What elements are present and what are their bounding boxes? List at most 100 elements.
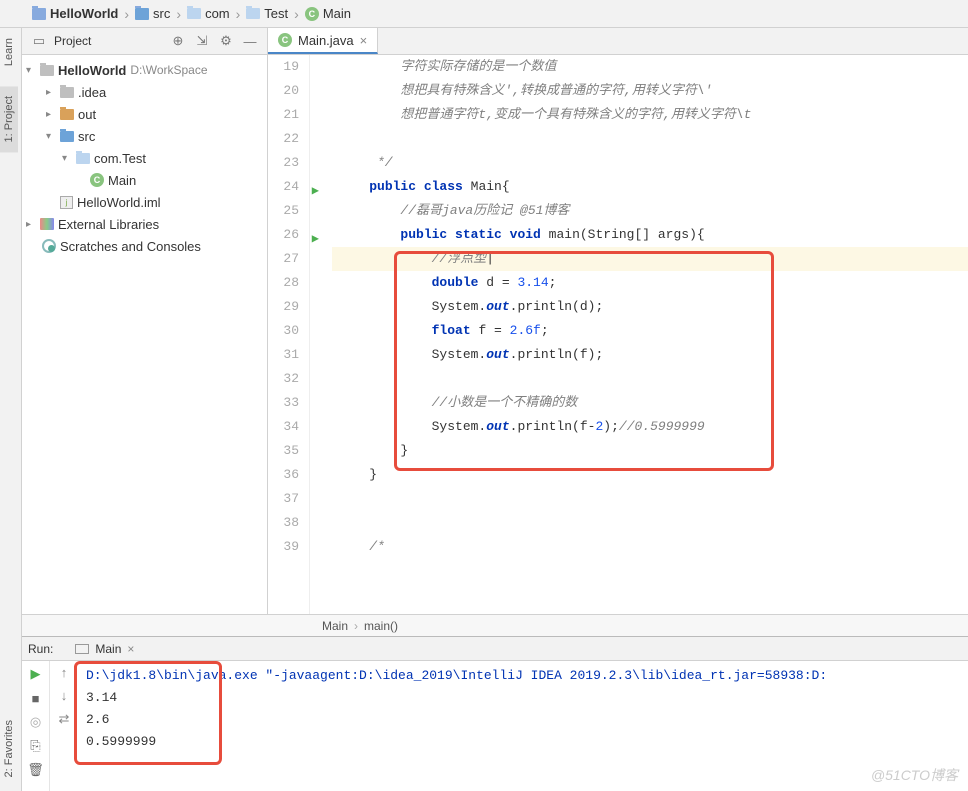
class-icon: C [278,33,292,47]
chevron-right-icon[interactable]: ▸ [26,219,36,230]
code-line[interactable]: public static void main(String[] args){ [332,223,968,247]
editor-nav-trail: Main › main() [22,614,968,636]
exit-button[interactable]: ⎘ [27,737,45,755]
code-line[interactable]: //小数是一个不精确的数 [332,391,968,415]
folder-icon [40,65,54,76]
chevron-down-icon[interactable]: ▾ [62,153,72,164]
code-line[interactable]: 想把普通字符t,变成一个具有特殊含义的字符,用转义字符\t [332,103,968,127]
run-output[interactable]: D:\jdk1.8\bin\java.exe "-javaagent:D:\id… [78,661,968,791]
code-line[interactable]: System.out.println(d); [332,295,968,319]
tree-row-class[interactable]: C Main [22,169,267,191]
editor-tab-main[interactable]: C Main.java × [268,28,378,54]
trash-button[interactable]: 🗑 [27,761,45,779]
package-icon [76,153,90,164]
hide-icon[interactable]: — [241,32,259,50]
locate-icon[interactable]: ⊕ [169,32,187,50]
package-icon [187,8,201,19]
dump-button[interactable]: ◎ [27,713,45,731]
run-button[interactable]: ▶ [27,665,45,683]
run-command-line: D:\jdk1.8\bin\java.exe "-javaagent:D:\id… [86,665,960,687]
tree-row-src[interactable]: ▾ src [22,125,267,147]
gear-icon[interactable]: ⚙ [217,32,235,50]
code-line[interactable] [332,367,968,391]
code-line[interactable]: System.out.println(f-2);//0.5999999 [332,415,968,439]
code-line[interactable] [332,127,968,151]
output-line: 3.14 [86,687,960,709]
nav-trail-class[interactable]: Main [322,619,348,633]
chevron-down-icon[interactable]: ▾ [26,65,36,76]
run-panel: Run: Main × ▶ ■ ◎ ⎘ 🗑 ↑ ↓ ⇄ D:\jdk1.8\bi… [22,636,968,791]
wrap-icon[interactable]: ⇄ [59,711,70,727]
chevron-right-icon[interactable]: ▸ [46,87,56,98]
iml-icon: j [60,196,73,209]
watermark: @51CTO博客 [871,765,958,785]
chevron-right-icon: › [234,6,243,22]
run-toolbar: ▶ ■ ◎ ⎘ 🗑 [22,661,50,791]
breadcrumb-item-src[interactable]: src [131,6,174,21]
code-line[interactable]: 字符实际存储的是一个数值 [332,55,968,79]
layout-icon[interactable]: ▭ [30,32,48,50]
tree-row-out[interactable]: ▸ out [22,103,267,125]
chevron-down-icon[interactable]: ▾ [46,131,56,142]
side-tab-learn[interactable]: Learn [0,28,18,76]
code-editor[interactable]: 192021222324▶2526▶2728293031323334353637… [268,55,968,614]
run-config-icon [75,644,89,654]
project-panel-header: ▭ Project ⊕ ⇲ ⚙ — [22,28,268,54]
side-tab-project[interactable]: 1: Project [0,86,18,152]
output-line: 0.5999999 [86,731,960,753]
breadcrumb-item-main[interactable]: C Main [301,6,355,21]
breadcrumb: HelloWorld › src › com › Test › C Main [0,0,968,28]
line-number-gutter: 192021222324▶2526▶2728293031323334353637… [268,55,310,614]
close-icon[interactable]: × [360,33,368,48]
project-panel-title: Project [54,34,91,48]
folder-icon [60,87,74,98]
tree-row-package[interactable]: ▾ com.Test [22,147,267,169]
chevron-right-icon: › [122,6,131,22]
chevron-right-icon[interactable]: ▸ [46,109,56,120]
code-line[interactable]: /* [332,535,968,559]
package-icon [246,8,260,19]
editor-tabs: C Main.java × [268,28,378,54]
run-panel-header: Run: Main × [22,637,968,661]
code-line[interactable]: //磊哥java历险记 @51博客 [332,199,968,223]
class-icon: C [90,173,104,187]
tree-row-scratches[interactable]: Scratches and Consoles [22,235,267,257]
down-arrow-icon[interactable]: ↓ [61,688,68,703]
tree-row-idea[interactable]: ▸ .idea [22,81,267,103]
breadcrumb-item-com[interactable]: com [183,6,234,21]
folder-icon [60,109,74,120]
code-line[interactable]: double d = 3.14; [332,271,968,295]
tree-row-root[interactable]: ▾ HelloWorld D:\WorkSpace [22,59,267,81]
run-label: Run: [28,642,53,656]
code-line[interactable]: //浮点型| [332,247,968,271]
code-line[interactable]: } [332,439,968,463]
run-config-name[interactable]: Main [95,642,121,656]
library-icon [40,218,54,230]
code-line[interactable]: */ [332,151,968,175]
collapse-icon[interactable]: ⇲ [193,32,211,50]
stop-button[interactable]: ■ [27,689,45,707]
code-line[interactable]: } [332,463,968,487]
chevron-right-icon: › [292,6,301,22]
scratches-icon [42,239,56,253]
folder-icon [32,8,46,20]
class-icon: C [305,7,319,21]
code-line[interactable] [332,487,968,511]
close-icon[interactable]: × [127,642,134,656]
code-line[interactable]: float f = 2.6f; [332,319,968,343]
code-line[interactable]: public class Main{ [332,175,968,199]
breadcrumb-item-test[interactable]: Test [242,6,292,21]
project-tree[interactable]: ▾ HelloWorld D:\WorkSpace ▸ .idea ▸ out … [22,55,268,614]
tree-row-external-libs[interactable]: ▸ External Libraries [22,213,267,235]
left-gutter-tabs: Learn 1: Project 2: Favorites [0,28,22,791]
nav-trail-method[interactable]: main() [364,619,398,633]
code-line[interactable]: 想把具有特殊含义',转换成普通的字符,用转义字符\' [332,79,968,103]
side-tab-favorites[interactable]: 2: Favorites [0,710,18,787]
up-arrow-icon[interactable]: ↑ [61,665,68,680]
code-line[interactable]: System.out.println(f); [332,343,968,367]
breadcrumb-item-project[interactable]: HelloWorld [28,6,122,21]
folder-icon [60,131,74,142]
tree-row-iml[interactable]: j HelloWorld.iml [22,191,267,213]
chevron-right-icon: › [174,6,183,22]
code-line[interactable] [332,511,968,535]
